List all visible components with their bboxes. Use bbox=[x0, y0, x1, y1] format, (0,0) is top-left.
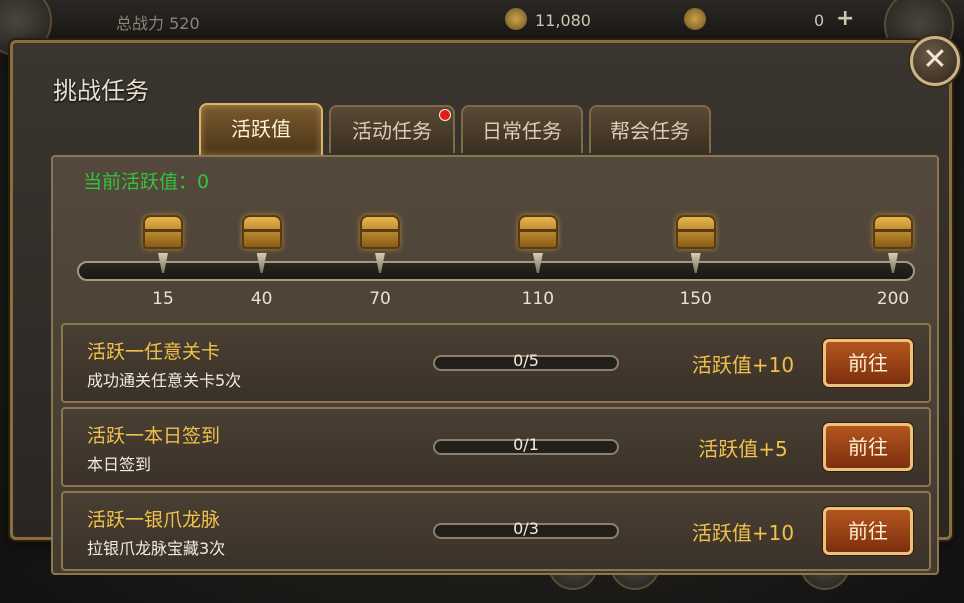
ingot-icon bbox=[684, 8, 706, 30]
go-button[interactable]: 前往 bbox=[823, 339, 913, 387]
task-progress-bar: 0/1 bbox=[433, 435, 619, 455]
treasure-chest-icon[interactable] bbox=[143, 215, 183, 249]
task-row: 活跃一任意关卡 成功通关任意关卡5次 0/5 活跃值+10 前往 bbox=[61, 323, 931, 403]
top-hud: 总战力 520 11,080 0 + bbox=[0, 0, 964, 40]
task-description: 本日签到 bbox=[87, 455, 152, 474]
task-name: 活跃一本日签到 bbox=[87, 425, 221, 447]
task-name: 活跃一银爪龙脉 bbox=[87, 509, 221, 531]
gold-coin-icon bbox=[505, 8, 527, 30]
milestone-value: 40 bbox=[250, 289, 273, 309]
tab-label: 日常任务 bbox=[482, 119, 562, 143]
task-row: 活跃一本日签到 本日签到 0/1 活跃值+5 前往 bbox=[61, 407, 931, 487]
go-button[interactable]: 前往 bbox=[823, 423, 913, 471]
milestone-value: 110 bbox=[521, 289, 555, 309]
task-progress-text: 0/3 bbox=[513, 519, 539, 538]
close-icon: ✕ bbox=[922, 42, 948, 77]
activity-progress-track bbox=[77, 261, 915, 281]
treasure-chest-icon[interactable] bbox=[517, 215, 558, 249]
milestone-value: 15 bbox=[152, 289, 174, 309]
task-row: 活跃一银爪龙脉 拉银爪龙脉宝藏3次 0/3 活跃值+10 前往 bbox=[61, 491, 931, 571]
notification-dot-icon bbox=[439, 109, 451, 121]
task-progress-text: 0/1 bbox=[513, 435, 539, 454]
tab-daily-tasks[interactable]: 日常任务 bbox=[461, 105, 583, 153]
tab-activity-value[interactable]: 活跃值 bbox=[199, 103, 323, 155]
recharge-plus-button[interactable]: + bbox=[836, 6, 854, 31]
tab-label: 活跃值 bbox=[231, 117, 291, 141]
treasure-chest-icon[interactable] bbox=[241, 215, 282, 249]
milestone-value: 200 bbox=[876, 289, 910, 309]
treasure-chest-icon[interactable] bbox=[675, 215, 716, 249]
total-power-text: 总战力 520 bbox=[116, 14, 200, 33]
activity-panel: 当前活跃值：0 15 40 70 110 150 200 活跃一任意关卡 成功通关任意关卡… bbox=[51, 155, 939, 575]
task-reward: 活跃值+5 bbox=[698, 437, 788, 461]
task-reward: 活跃值+10 bbox=[691, 353, 795, 377]
gold-amount: 11,080 bbox=[535, 11, 591, 30]
milestone-value: 150 bbox=[679, 289, 712, 309]
close-button[interactable]: ✕ bbox=[910, 36, 960, 86]
treasure-chest-icon[interactable] bbox=[360, 215, 401, 249]
challenge-task-dialog: 挑战任务 活跃值 活动任务 日常任务 帮会任务 当前活跃值：0 15 40 70 11… bbox=[10, 40, 952, 575]
task-description: 成功通关任意关卡5次 bbox=[87, 371, 242, 390]
task-progress-text: 0/5 bbox=[513, 351, 539, 370]
tab-label: 活动任务 bbox=[352, 119, 432, 143]
treasure-chest-icon[interactable] bbox=[873, 215, 913, 249]
milestone-value: 70 bbox=[369, 289, 391, 309]
tab-event-tasks[interactable]: 活动任务 bbox=[329, 105, 455, 153]
current-activity-label: 当前活跃值：0 bbox=[83, 171, 210, 193]
go-button[interactable]: 前往 bbox=[823, 507, 913, 555]
dialog-title: 挑战任务 bbox=[53, 77, 149, 105]
tab-guild-tasks[interactable]: 帮会任务 bbox=[589, 105, 711, 153]
gem-amount: 0 bbox=[814, 11, 825, 30]
task-progress-bar: 0/3 bbox=[433, 519, 619, 539]
task-name: 活跃一任意关卡 bbox=[87, 341, 221, 363]
task-progress-bar: 0/5 bbox=[433, 351, 619, 371]
task-reward: 活跃值+10 bbox=[691, 521, 795, 545]
tab-label: 帮会任务 bbox=[610, 119, 690, 143]
task-description: 拉银爪龙脉宝藏3次 bbox=[87, 539, 226, 558]
